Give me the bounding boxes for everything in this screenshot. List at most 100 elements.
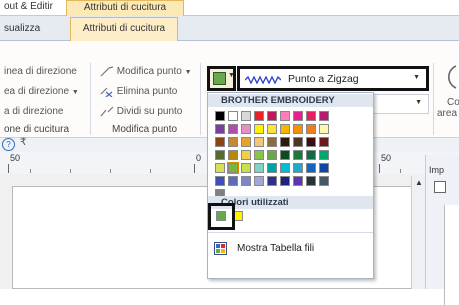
color-swatch[interactable]	[280, 137, 290, 147]
color-swatch[interactable]	[215, 137, 225, 147]
color-swatch[interactable]	[215, 124, 225, 134]
help-icon[interactable]: ?	[2, 138, 15, 151]
color-swatch[interactable]	[306, 176, 316, 186]
color-swatch[interactable]	[267, 176, 277, 186]
color-swatch[interactable]	[280, 111, 290, 121]
show-thread-table-item[interactable]: Mostra Tabella fili	[209, 241, 372, 257]
scroll-up-icon[interactable]: ▲	[415, 178, 423, 187]
customize-icon[interactable]: ₹	[20, 137, 26, 148]
ribbon-tab-visualize[interactable]: sualizza	[0, 19, 40, 39]
color-swatch[interactable]	[215, 176, 225, 186]
color-swatch[interactable]	[319, 150, 329, 160]
color-swatch[interactable]	[306, 124, 316, 134]
color-swatch[interactable]	[267, 137, 277, 147]
convert-area-label-2: area	[437, 108, 458, 119]
color-swatch[interactable]	[228, 111, 238, 121]
color-swatch[interactable]	[254, 111, 264, 121]
color-swatch[interactable]	[254, 137, 264, 147]
color-swatch[interactable]	[293, 124, 303, 134]
delete-stitch-button[interactable]: Elimina punto	[100, 86, 177, 98]
color-swatch[interactable]	[319, 176, 329, 186]
chevron-down-icon: ▼	[184, 69, 192, 77]
color-swatch[interactable]	[215, 150, 225, 160]
color-swatch[interactable]	[228, 137, 238, 147]
color-swatch[interactable]	[293, 111, 303, 121]
color-swatch[interactable]	[306, 150, 316, 160]
color-swatch[interactable]	[293, 150, 303, 160]
tab-sewing-attributes[interactable]: Attributi di cucitura	[66, 0, 184, 16]
color-swatch[interactable]	[267, 150, 277, 160]
split-stitch-button[interactable]: Dividi su punto	[100, 106, 182, 117]
color-swatch[interactable]	[215, 163, 225, 173]
ruler-label: 50	[10, 153, 21, 163]
color-swatch[interactable]	[241, 124, 251, 134]
color-swatch[interactable]	[254, 150, 264, 160]
ruler-tick	[400, 169, 401, 173]
edit-stitch-icon	[100, 66, 114, 77]
direction-line-button[interactable]: inea di direzione	[4, 66, 77, 77]
color-swatch[interactable]	[241, 150, 251, 160]
color-swatch[interactable]	[293, 176, 303, 186]
vertical-scrollbar[interactable]: ▲	[411, 176, 426, 289]
color-swatch[interactable]	[254, 163, 264, 173]
stitch-option-select[interactable]: ▼	[372, 94, 429, 114]
ribbon-tab-sewing-attributes[interactable]: Attributi di cucitura	[70, 17, 178, 41]
color-swatch[interactable]	[293, 163, 303, 173]
thread-color-swatch	[213, 72, 226, 85]
color-swatch[interactable]	[241, 176, 251, 186]
color-swatch[interactable]	[280, 176, 290, 186]
ruler-tick	[194, 164, 195, 173]
ruler-label: 50	[381, 153, 392, 163]
panel-grid-icon[interactable]	[434, 181, 446, 193]
color-swatch[interactable]	[267, 163, 277, 173]
convert-area-icon	[448, 65, 457, 89]
convert-area-label-1: Co	[447, 97, 459, 108]
zigzag-stitch-icon	[245, 75, 281, 85]
color-swatch[interactable]	[241, 137, 251, 147]
chevron-down-icon: ▼	[415, 99, 422, 106]
direction-area-2-button[interactable]: a di direzione	[4, 106, 63, 117]
ruler-label: 0	[196, 153, 202, 163]
color-swatch[interactable]	[227, 162, 239, 174]
thread-color-dropdown: BROTHER EMBROIDERY Colori utilizzati Mos…	[207, 92, 374, 279]
edit-stitch-button[interactable]: Modifica punto ▼	[100, 66, 192, 77]
color-swatch[interactable]	[280, 163, 290, 173]
color-swatch[interactable]	[267, 111, 277, 121]
color-swatch[interactable]	[306, 137, 316, 147]
color-swatch[interactable]	[215, 111, 225, 121]
ribbon-separator	[200, 63, 201, 135]
ruler-tick	[8, 164, 9, 173]
color-swatch[interactable]	[241, 163, 251, 173]
ribbon-separator	[90, 63, 91, 135]
color-swatch[interactable]	[306, 163, 316, 173]
color-swatch[interactable]	[319, 124, 329, 134]
color-swatch[interactable]	[319, 111, 329, 121]
stitch-type-select[interactable]: Punto a Zigzag ▼	[237, 66, 429, 91]
color-swatch[interactable]	[228, 176, 238, 186]
delete-stitch-icon	[100, 87, 113, 98]
color-swatch[interactable]	[254, 124, 264, 134]
show-thread-table-label: Mostra Tabella fili	[237, 243, 315, 254]
chevron-down-icon: ▼	[228, 72, 235, 79]
group-label-stitch-direction: one di cucitura	[4, 124, 70, 135]
tab-layout-edit[interactable]: out & Editir	[0, 0, 70, 15]
convert-area-button[interactable]	[438, 64, 457, 90]
color-swatch[interactable]	[306, 111, 316, 121]
color-swatch[interactable]	[267, 124, 277, 134]
stitch-type-value: Punto a Zigzag	[288, 73, 359, 85]
color-swatch[interactable]	[280, 124, 290, 134]
recent-color-highlight	[208, 203, 235, 230]
color-swatch[interactable]	[228, 124, 238, 134]
color-swatch[interactable]	[319, 163, 329, 173]
thread-color-button[interactable]: ▼	[207, 66, 236, 91]
color-swatch[interactable]	[241, 111, 251, 121]
ruler-tick	[70, 169, 71, 173]
color-swatch[interactable]	[319, 137, 329, 147]
direction-area-button[interactable]: ea di direzione ▼	[4, 86, 79, 97]
panel-field[interactable]	[444, 205, 459, 305]
color-swatch[interactable]	[293, 137, 303, 147]
color-swatch[interactable]	[228, 150, 238, 160]
color-swatch[interactable]	[254, 176, 264, 186]
direction-line-label: inea di direzione	[4, 66, 77, 77]
color-swatch[interactable]	[280, 150, 290, 160]
